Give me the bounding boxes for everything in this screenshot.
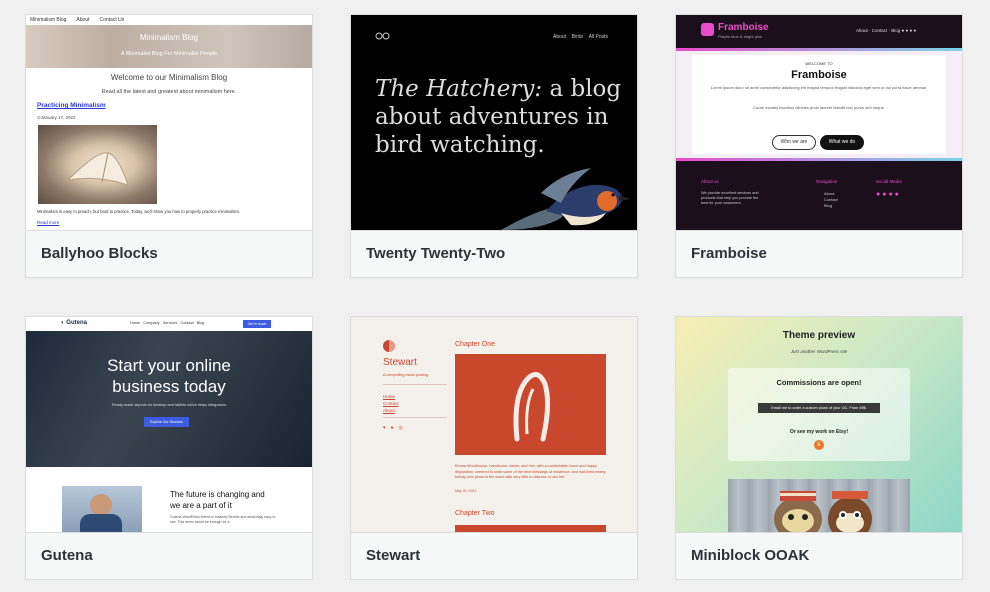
- theme-name[interactable]: Stewart: [351, 532, 637, 579]
- theme-name[interactable]: Framboise: [676, 230, 962, 277]
- what-we-do-button: What we do: [820, 135, 864, 150]
- theme-card-gutena[interactable]: ◐ Gutena Home Company Services Contact B…: [25, 316, 313, 580]
- post-image: [38, 125, 157, 204]
- chapter-image: [455, 354, 606, 455]
- etsy-icon: E: [814, 440, 824, 450]
- preview-headline: The Hatchery: a blog about adventures in…: [375, 76, 622, 158]
- theme-name[interactable]: Ballyhoo Blocks: [26, 230, 312, 277]
- logo-icon: [375, 32, 390, 40]
- site-logo: [383, 340, 395, 352]
- theme-card-miniblock-ooak[interactable]: Theme preview Just another WordPress sit…: [675, 316, 963, 580]
- preview-content: WELCOME TO Framboise Lorem ipsum dolor s…: [676, 51, 962, 158]
- preview-hero: Minimalism Blog A Minimalist Blog For Mi…: [26, 25, 312, 68]
- preview-header: ◐ Gutena Home Company Services Contact B…: [26, 317, 312, 331]
- section-image: [62, 486, 142, 532]
- theme-card-twenty-twenty-two[interactable]: About Birds All Posts The Hatchery: a bl…: [350, 14, 638, 278]
- theme-screenshot[interactable]: About Birds All Posts The Hatchery: a bl…: [351, 15, 637, 230]
- theme-name[interactable]: Gutena: [26, 532, 312, 579]
- theme-screenshot[interactable]: Theme preview Just another WordPress sit…: [676, 317, 962, 532]
- theme-screenshot[interactable]: Minimalism Blog About Contact Us Minimalis…: [26, 15, 312, 230]
- preview-footer: About us We provide excellent services a…: [676, 161, 962, 230]
- who-we-are-button: Who we are: [772, 135, 816, 150]
- commissions-box: Commissions are open! Email me to order …: [728, 368, 910, 461]
- theme-card-framboise[interactable]: Framboise Playful blue & bright pink Abo…: [675, 14, 963, 278]
- plush-photo: [728, 479, 910, 532]
- bird-illustration: [501, 168, 631, 230]
- theme-name[interactable]: Twenty Twenty-Two: [351, 230, 637, 277]
- theme-screenshot[interactable]: ◐ Gutena Home Company Services Contact B…: [26, 317, 312, 532]
- preview-hero: Start your online business today Ready ma…: [26, 331, 312, 467]
- theme-card-stewart[interactable]: Stewart A compelling travel posting Home…: [350, 316, 638, 580]
- theme-screenshot[interactable]: Stewart A compelling travel posting Home…: [351, 317, 637, 532]
- theme-screenshot[interactable]: Framboise Playful blue & bright pink Abo…: [676, 15, 962, 230]
- preview-header: Framboise Playful blue & bright pink Abo…: [676, 15, 962, 48]
- preview-nav: Minimalism Blog About Contact Us: [30, 17, 125, 23]
- theme-card-ballyhoo-blocks[interactable]: Minimalism Blog About Contact Us Minimalis…: [25, 14, 313, 278]
- theme-name[interactable]: Miniblock OOAK: [676, 532, 962, 579]
